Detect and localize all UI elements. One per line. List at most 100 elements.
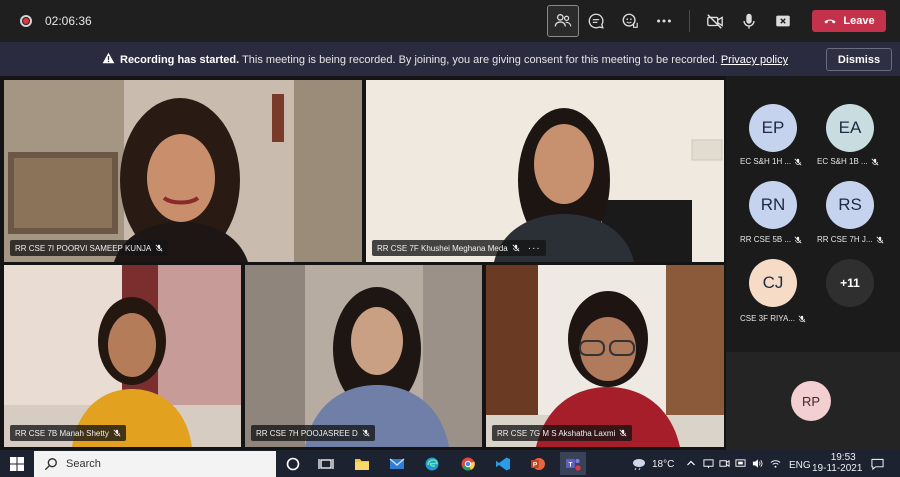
microphone-icon [743,13,755,29]
banner-message: This meeting is being recorded. By joini… [242,54,718,66]
video-tile[interactable]: RR CSE 7H POOJASREE D [245,265,482,447]
mic-muted-icon [871,158,879,165]
participant-name-tag: RR CSE 7F Khushei Meghana Meda ··· [372,240,546,256]
participant-video [4,265,241,447]
participant-video [366,80,724,262]
participant-short-name: EC S&H 1B ... [817,157,868,166]
privacy-policy-link[interactable]: Privacy policy [721,54,788,66]
banner-text: Recording has started. This meeting is b… [120,54,788,66]
windows-logo-icon [10,456,24,471]
mail-button[interactable] [384,452,410,475]
search-icon [44,458,57,471]
more-actions-button[interactable] [648,5,680,37]
participant-short-name: EC S&H 1H ... [740,157,792,166]
chat-icon [588,13,604,29]
wifi-icon[interactable] [770,458,781,469]
participant-avatar[interactable]: RN [749,181,797,229]
search-label: Search [66,458,101,470]
share-tray-button[interactable] [767,5,799,37]
participant-avatar[interactable]: EA [826,104,874,152]
dismiss-button[interactable]: Dismiss [826,48,892,71]
participants-button[interactable] [547,5,579,37]
edge-button[interactable] [419,452,445,475]
video-tile[interactable]: RR CSE 7B Manah Shetty [4,265,241,447]
hand-raise-icon [622,13,638,28]
participant-avatar[interactable]: EP [749,104,797,152]
video-tile[interactable]: RR CSE 7G M S Akshatha Laxmi [486,265,724,447]
participant-avatar-label: CSE 3F RIYA... [740,314,806,323]
participant-name: RR CSE 7G M S Akshatha Laxmi [497,428,616,438]
video-tile[interactable]: RR CSE 7I POORVI SAMEEP KUNJA [4,80,362,262]
participant-avatar-label: EC S&H 1H ... [740,157,802,166]
participant-avatar[interactable]: RS [826,181,874,229]
mic-muted-icon [362,429,370,437]
volume-icon[interactable] [752,458,763,469]
tile-more-options-button[interactable]: ··· [528,243,541,254]
network-icon[interactable] [703,458,714,469]
phone-hangup-icon [824,19,836,24]
svg-text:T: T [569,461,573,468]
weather-temperature[interactable]: 18°C [652,459,674,470]
notification-center-icon[interactable] [871,458,884,470]
chrome-browser-icon [461,457,475,471]
self-avatar[interactable]: RP [791,381,831,421]
teams-icon: T [566,458,581,471]
clock-date: 19-11-2021 [812,463,863,474]
participant-name: RR CSE 7H POOJASREE D [256,428,358,438]
participant-short-name: RR CSE 7H J... [817,235,873,244]
leave-label: Leave [843,15,875,27]
mic-toggle-button[interactable] [733,5,765,37]
clock-time: 19:53 [830,452,856,463]
clock[interactable]: 19:53 19-11-2021 [812,452,862,474]
participant-name-tag: RR CSE 7I POORVI SAMEEP KUNJA [10,240,169,256]
people-icon [554,14,572,27]
chrome-button[interactable] [455,452,481,475]
mic-muted-icon [155,244,163,252]
recording-indicator-icon [20,15,32,27]
video-tile[interactable]: RR CSE 7F Khushei Meghana Meda ··· [366,80,724,262]
participant-name: RR CSE 7B Manah Shetty [15,428,109,438]
participant-video [4,80,362,262]
meeting-control-bar [0,0,900,42]
start-button[interactable] [4,452,30,475]
participant-avatar-label: EC S&H 1B ... [817,157,879,166]
participant-avatar[interactable]: CJ [749,259,797,307]
task-view-button[interactable] [313,452,339,475]
more-dots-icon [657,19,671,23]
mic-muted-icon [794,236,802,243]
participant-video [245,265,482,447]
overflow-participants-button[interactable]: +11 [826,259,874,307]
leave-button[interactable]: Leave [812,10,886,32]
meet-now-icon[interactable] [719,458,730,469]
vscode-button[interactable] [490,452,516,475]
mail-icon [389,458,405,469]
banner-title: Recording has started. [120,54,240,66]
stop-sharing-icon [776,15,790,27]
vscode-icon [496,457,510,470]
video-stage: RR CSE 7I POORVI SAMEEP KUNJA RR CSE 7F … [0,76,726,450]
cortana-button[interactable] [280,452,306,475]
warning-icon [102,52,115,64]
edge-browser-icon [425,457,439,470]
participant-name-tag: RR CSE 7B Manah Shetty [10,425,126,441]
display-icon[interactable] [735,458,746,469]
teams-button[interactable]: T [560,452,586,475]
mic-muted-icon [798,315,806,322]
participant-avatar-label: RR CSE 5B ... [740,235,802,244]
reactions-button[interactable] [614,5,646,37]
file-explorer-button[interactable] [349,452,375,475]
mic-muted-icon [113,429,121,437]
camera-toggle-button[interactable] [699,5,731,37]
show-hidden-icons-icon[interactable] [686,458,696,471]
powerpoint-button[interactable]: P [525,452,551,475]
participant-short-name: CSE 3F RIYA... [740,314,795,323]
participant-video [486,265,724,447]
toolbar-divider [689,10,690,32]
chat-button[interactable] [580,5,612,37]
participant-short-name: RR CSE 5B ... [740,235,792,244]
mic-muted-icon [619,429,627,437]
meeting-timer: 02:06:36 [45,14,92,28]
input-language-indicator[interactable]: ENG [789,460,811,471]
taskbar-search-box[interactable]: Search [34,451,276,477]
task-view-icon [318,458,334,469]
